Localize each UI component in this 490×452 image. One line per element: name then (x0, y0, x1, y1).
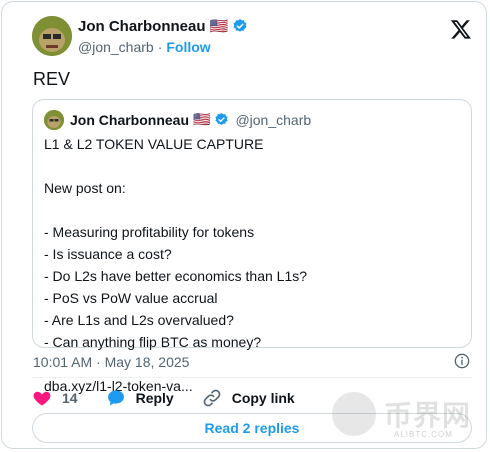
separator-dot: · (157, 39, 163, 55)
verified-badge-icon (233, 19, 247, 32)
author-name[interactable]: Jon Charbonneau (78, 18, 206, 35)
author-handle[interactable]: @jon_charb (78, 39, 154, 55)
quoted-line (44, 199, 464, 221)
follow-link[interactable]: Follow (166, 39, 210, 55)
reply-button[interactable]: Reply (106, 388, 174, 408)
flag-icon: 🇺🇸 (209, 18, 229, 35)
read-replies-button[interactable]: Read 2 replies (32, 413, 472, 443)
quoted-flag-icon: 🇺🇸 (193, 111, 211, 127)
quoted-author-avatar (44, 110, 64, 130)
quoted-line: L1 & L2 TOKEN VALUE CAPTURE (44, 136, 264, 152)
quoted-line: - Measuring profitability for tokens (44, 224, 255, 240)
like-button[interactable]: 14 (32, 388, 78, 408)
quoted-line: - Are L1s and L2s overvalued? (44, 312, 234, 328)
quoted-tweet[interactable]: Jon Charbonneau 🇺🇸 @jon_charb L1 & L2 TO… (32, 99, 472, 394)
author-avatar[interactable] (32, 16, 72, 56)
copy-link-button[interactable]: Copy link (202, 388, 295, 408)
quoted-line: - Can anything flip BTC as money? (44, 334, 262, 350)
quoted-line: - Is issuance a cost? (44, 246, 172, 262)
quoted-author-name: Jon Charbonneau (70, 111, 190, 128)
link-icon (203, 389, 221, 407)
reply-icon (107, 390, 124, 406)
tweet-text: REV (33, 69, 71, 89)
author-name-row[interactable]: Jon Charbonneau 🇺🇸 (78, 17, 248, 35)
copy-link-label: Copy link (231, 390, 295, 406)
x-logo-icon[interactable] (450, 18, 472, 40)
author-handle-row: @jon_charb · Follow (78, 39, 211, 55)
info-icon[interactable] (454, 353, 470, 369)
action-bar: 14 Reply Copy link (32, 387, 323, 409)
quoted-line (44, 155, 464, 177)
verified-badge-icon (215, 112, 229, 125)
quoted-line: New post on: (44, 180, 126, 196)
tweet-timestamp[interactable]: 10:01 AM · May 18, 2025 (33, 354, 189, 370)
reply-label: Reply (135, 390, 174, 406)
quoted-line: - Do L2s have better economics than L1s? (44, 268, 308, 284)
like-count: 14 (62, 390, 78, 406)
quoted-author-row: Jon Charbonneau 🇺🇸 @jon_charb (70, 111, 311, 128)
embedded-tweet-card: Jon Charbonneau 🇺🇸 @jon_charb · Follow R… (1, 1, 487, 449)
divider (32, 377, 472, 378)
quoted-author-handle: @jon_charb (235, 111, 312, 128)
quoted-line: - PoS vs PoW value accrual (44, 290, 218, 306)
heart-icon (33, 391, 51, 406)
